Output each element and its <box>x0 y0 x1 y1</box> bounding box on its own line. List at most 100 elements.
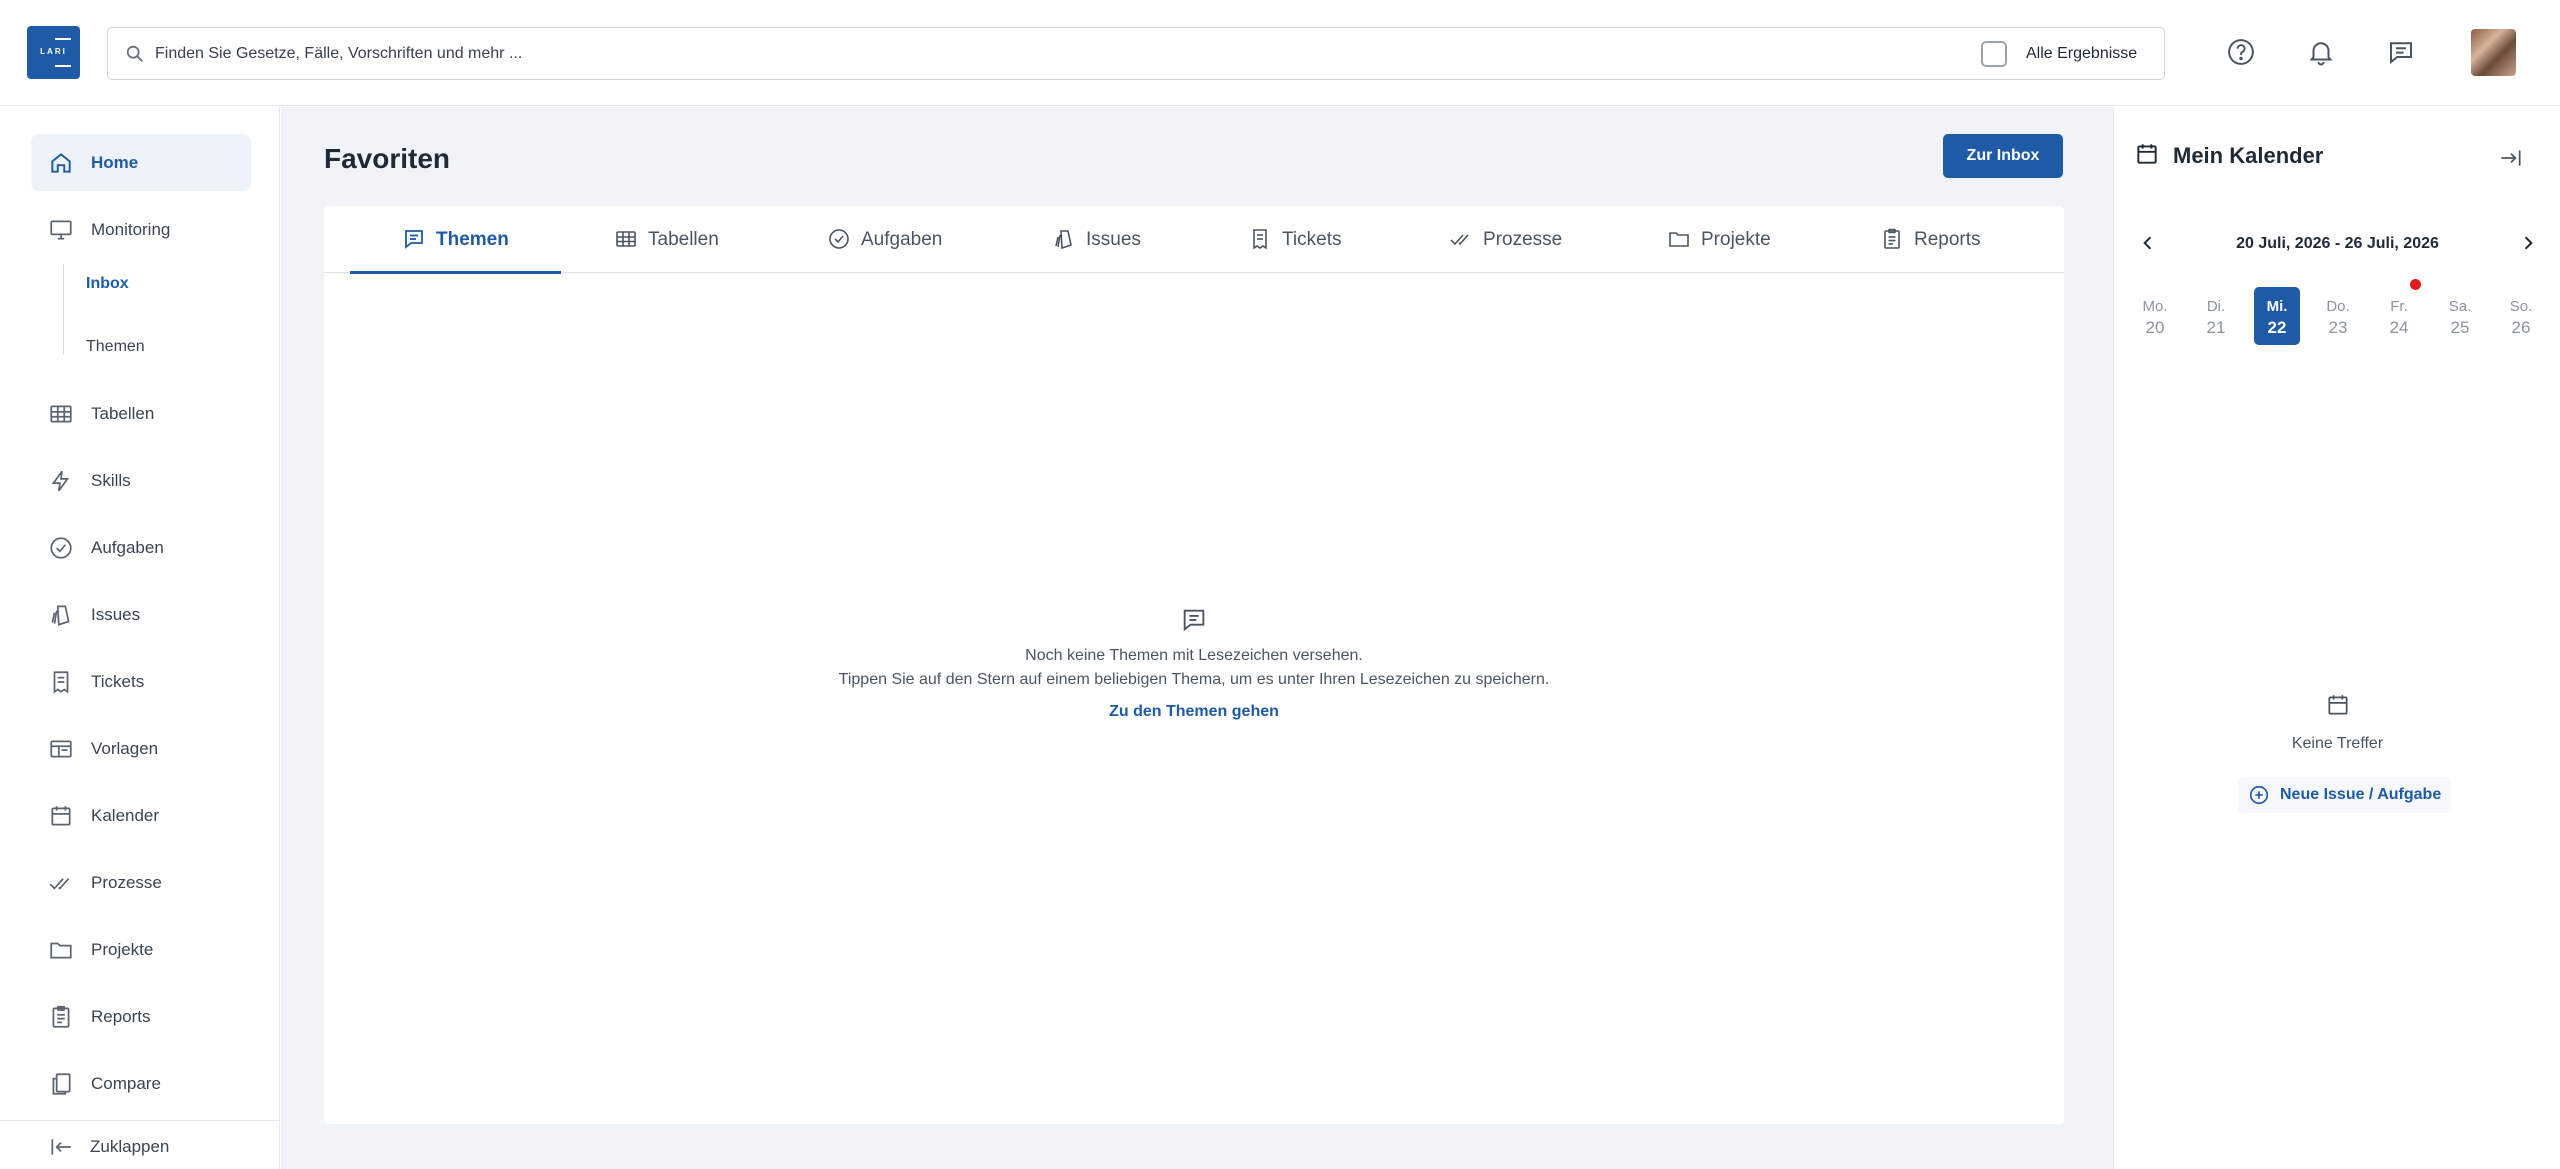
search-input[interactable]: Finden Sie Gesetze, Fälle, Vorschriften … <box>155 45 522 63</box>
calendar-day-selected[interactable]: Mi. 22 <box>2254 287 2300 345</box>
check-circle-icon <box>829 229 849 249</box>
empty-state: Noch keine Themen mit Lesezeichen verseh… <box>324 606 2064 721</box>
calendar-day[interactable]: So. 26 <box>2498 287 2544 345</box>
tab-issues[interactable]: Issues <box>1052 206 1162 273</box>
sidebar-item-prozesse[interactable]: Prozesse <box>31 854 251 911</box>
tab-tabellen[interactable]: Tabellen <box>614 206 734 273</box>
day-name: Mo. <box>2142 298 2168 315</box>
tab-prozesse[interactable]: Prozesse <box>1449 206 1579 273</box>
calendar-day[interactable]: Do. 23 <box>2315 287 2361 345</box>
day-name: So. <box>2509 298 2533 315</box>
sidebar-item-reports[interactable]: Reports <box>31 988 251 1045</box>
sidebar-item-compare[interactable]: Compare <box>31 1055 251 1112</box>
day-name: Fr. <box>2390 298 2408 315</box>
chevron-right-icon[interactable] <box>2518 233 2538 253</box>
plus-circle-icon <box>2249 785 2269 805</box>
tab-label: Tickets <box>1282 229 1342 250</box>
collapse-sidebar-button[interactable]: Zuklappen <box>0 1120 280 1169</box>
sidebar-item-label: Kalender <box>91 806 160 825</box>
clipboard-icon <box>1884 228 1900 249</box>
sidebar-item-home[interactable]: Home <box>31 134 251 191</box>
day-date: 23 <box>2328 318 2348 337</box>
all-results-label: Alle Ergebnisse <box>2026 45 2138 62</box>
sidebar-item-issues[interactable]: Issues <box>31 586 251 643</box>
inbox-button[interactable]: Zur Inbox <box>1943 134 2063 178</box>
ticket-icon <box>53 671 69 694</box>
app-logo[interactable]: LARI <box>27 26 80 79</box>
sidebar-subitem-themen[interactable]: Themen <box>86 338 145 356</box>
empty-state-title: Noch keine Themen mit Lesezeichen verseh… <box>1025 647 1363 664</box>
folder-icon <box>1669 232 1689 247</box>
submenu-line <box>63 264 64 354</box>
day-date: 21 <box>2206 318 2226 337</box>
chat-icon[interactable] <box>2386 37 2416 67</box>
sidebar-item-label: Monitoring <box>91 220 171 239</box>
sidebar-item-aufgaben[interactable]: Aufgaben <box>31 519 251 576</box>
search-icon <box>126 45 143 62</box>
sidebar-item-label: Prozesse <box>91 873 162 892</box>
day-date: 24 <box>2389 318 2409 337</box>
bolt-icon <box>51 470 70 492</box>
sidebar-subitem-inbox[interactable]: Inbox <box>86 275 129 293</box>
page-title: Favoriten <box>324 143 451 174</box>
sidebar-item-tickets[interactable]: Tickets <box>31 653 251 710</box>
bell-icon[interactable] <box>2306 37 2336 67</box>
tab-reports[interactable]: Reports <box>1880 206 2000 273</box>
issues-icon <box>1055 230 1072 250</box>
all-results-checkbox[interactable] <box>1981 41 2007 67</box>
calendar-day[interactable]: Di. 21 <box>2193 287 2239 345</box>
event-indicator-dot <box>2410 279 2421 290</box>
new-issue-label: Neue Issue / Aufgabe <box>2280 786 2442 803</box>
day-date: 26 <box>2511 318 2531 337</box>
chat-icon <box>1183 609 1205 632</box>
empty-state-hint: Tippen Sie auf den Stern auf einem belie… <box>838 671 1550 688</box>
no-results-text: Keine Treffer <box>2291 735 2384 752</box>
day-date: 22 <box>2267 318 2287 337</box>
new-issue-button[interactable]: Neue Issue / Aufgabe <box>2238 777 2452 813</box>
table-icon <box>50 405 72 423</box>
sidebar-item-monitoring[interactable]: Monitoring <box>31 201 251 258</box>
help-icon[interactable] <box>2226 37 2256 67</box>
day-name: Sa. <box>2448 298 2472 315</box>
calendar-title: Mein Kalender <box>2173 143 2324 168</box>
sidebar-item-kalender[interactable]: Kalender <box>31 787 251 844</box>
day-date: 20 <box>2145 318 2165 337</box>
sidebar-item-label: Issues <box>91 605 141 624</box>
calendar-icon <box>51 806 71 826</box>
user-avatar[interactable] <box>2471 29 2516 76</box>
tab-tickets[interactable]: Tickets <box>1248 206 1358 273</box>
main-content: Favoriten Zur Inbox Themen Tabellen Aufg… <box>281 107 2113 1169</box>
calendar-day[interactable]: Mo. 20 <box>2132 287 2178 345</box>
clipboard-icon <box>52 1005 70 1028</box>
go-to-themes-link[interactable]: Zu den Themen gehen <box>1109 703 1279 721</box>
search-bar[interactable]: Finden Sie Gesetze, Fälle, Vorschriften … <box>107 27 2165 80</box>
sidebar-item-label: Tabellen <box>91 404 155 423</box>
calendar-day[interactable]: Fr. 24 <box>2376 287 2422 345</box>
sidebar-item-label: Compare <box>91 1074 161 1093</box>
monitor-icon <box>50 220 72 240</box>
tab-aufgaben[interactable]: Aufgaben <box>827 206 957 273</box>
collapse-label: Zuklappen <box>90 1137 170 1156</box>
tab-themen[interactable]: Themen <box>350 206 561 274</box>
sidebar-item-vorlagen[interactable]: Vorlagen <box>31 720 251 777</box>
top-header: LARI Finden Sie Gesetze, Fälle, Vorschri… <box>0 0 2560 106</box>
double-check-icon <box>1450 234 1469 246</box>
calendar-empty-state: Keine Treffer <box>2114 692 2560 753</box>
sidebar-item-projekte[interactable]: Projekte <box>31 921 251 978</box>
calendar-day[interactable]: Sa. 25 <box>2437 287 2483 345</box>
double-check-icon <box>49 878 70 890</box>
tab-projekte[interactable]: Projekte <box>1667 206 1797 273</box>
collapse-left-icon <box>51 1139 71 1155</box>
sidebar-item-skills[interactable]: Skills <box>31 452 251 509</box>
sidebar-item-label: Aufgaben <box>91 538 164 557</box>
sidebar-item-label: Projekte <box>91 940 154 959</box>
day-name: Do. <box>2326 298 2350 315</box>
calendar-panel: Mein Kalender 20 Juli, 2026 - 26 Juli, 2… <box>2113 107 2560 1169</box>
tab-label: Aufgaben <box>861 229 943 250</box>
template-icon <box>50 740 72 758</box>
logo-bar <box>55 65 71 67</box>
sidebar-item-tabellen[interactable]: Tabellen <box>31 385 251 442</box>
calendar-range: 20 Juli, 2026 - 26 Juli, 2026 <box>2236 235 2439 252</box>
sidebar-item-label: Tickets <box>91 672 145 691</box>
close-panel-icon[interactable] <box>2497 145 2525 171</box>
